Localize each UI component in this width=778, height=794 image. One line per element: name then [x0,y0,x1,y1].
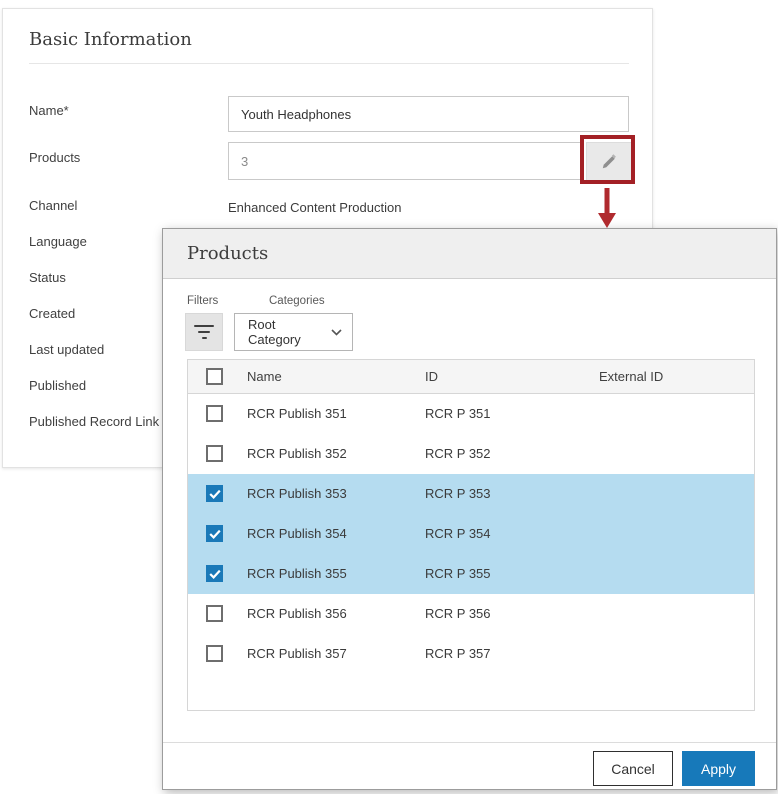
row-checkbox-checked[interactable] [206,565,223,582]
products-count-input[interactable] [228,142,581,180]
modal-header: Products [163,229,776,279]
categories-dropdown[interactable]: Root Category [234,313,353,351]
cancel-button[interactable]: Cancel [593,751,673,786]
field-label: Products [29,150,80,165]
screen: Basic Information Name* Products Channel La… [0,0,778,794]
panel-title: Basic Information [29,29,192,50]
row-name: RCR Publish 354 [247,514,347,554]
table-row[interactable]: RCR Publish 353 RCR P 353 [188,474,754,514]
edit-products-button[interactable] [586,142,632,182]
chevron-down-icon [331,329,342,336]
field-label: Language [29,234,87,249]
row-name: RCR Publish 355 [247,554,347,594]
pencil-icon [600,153,618,171]
products-table: Name ID External ID RCR Publish 351RCR P… [187,359,755,711]
products-modal: Products Filters Categories Root Categor… [162,228,777,790]
field-label: Published Record Link [29,414,159,429]
row-checkbox-checked[interactable] [206,485,223,502]
column-header-external-id: External ID [599,360,663,394]
row-id: RCR P 351 [425,394,491,434]
row-id: RCR P 352 [425,434,491,474]
column-header-id: ID [425,360,438,394]
modal-title: Products [187,229,268,279]
column-header-name: Name [247,360,282,394]
row-id: RCR P 353 [425,474,491,514]
row-id: RCR P 354 [425,514,491,554]
table-row[interactable]: RCR Publish 354 RCR P 354 [188,514,754,554]
field-label: Name* [29,103,69,118]
table-body: RCR Publish 351RCR P 351RCR Publish 352R… [188,394,754,674]
row-checkbox[interactable] [206,645,223,662]
filter-icon [194,325,214,339]
table-row[interactable]: RCR Publish 352 RCR P 352 [188,434,754,474]
filters-button[interactable] [185,313,223,351]
row-checkbox[interactable] [206,405,223,422]
table-row[interactable]: RCR Publish 351 RCR P 351 [188,394,754,434]
name-input[interactable] [228,96,629,132]
field-label: Channel [29,198,77,213]
panel-divider [29,63,629,64]
table-header-row: Name ID External ID [188,360,754,394]
row-name: RCR Publish 357 [247,634,347,674]
table-row[interactable]: RCR Publish 355 RCR P 355 [188,554,754,594]
table-row[interactable]: RCR Publish 356 RCR P 356 [188,594,754,634]
row-name: RCR Publish 353 [247,474,347,514]
row-checkbox-checked[interactable] [206,525,223,542]
field-label: Status [29,270,66,285]
row-checkbox[interactable] [206,605,223,622]
categories-selected-value: Root Category [235,317,331,347]
field-label: Created [29,306,75,321]
row-checkbox[interactable] [206,445,223,462]
row-id: RCR P 355 [425,554,491,594]
filters-label: Filters [187,295,218,307]
channel-value: Enhanced Content Production [228,200,401,215]
field-label: Last updated [29,342,104,357]
row-name: RCR Publish 352 [247,434,347,474]
row-id: RCR P 356 [425,594,491,634]
row-name: RCR Publish 356 [247,594,347,634]
field-label: Published [29,378,86,393]
select-all-checkbox[interactable] [206,368,223,385]
row-id: RCR P 357 [425,634,491,674]
row-name: RCR Publish 351 [247,394,347,434]
footer-divider [163,742,776,743]
apply-button[interactable]: Apply [682,751,755,786]
table-row[interactable]: RCR Publish 357 RCR P 357 [188,634,754,674]
categories-label: Categories [269,295,325,307]
